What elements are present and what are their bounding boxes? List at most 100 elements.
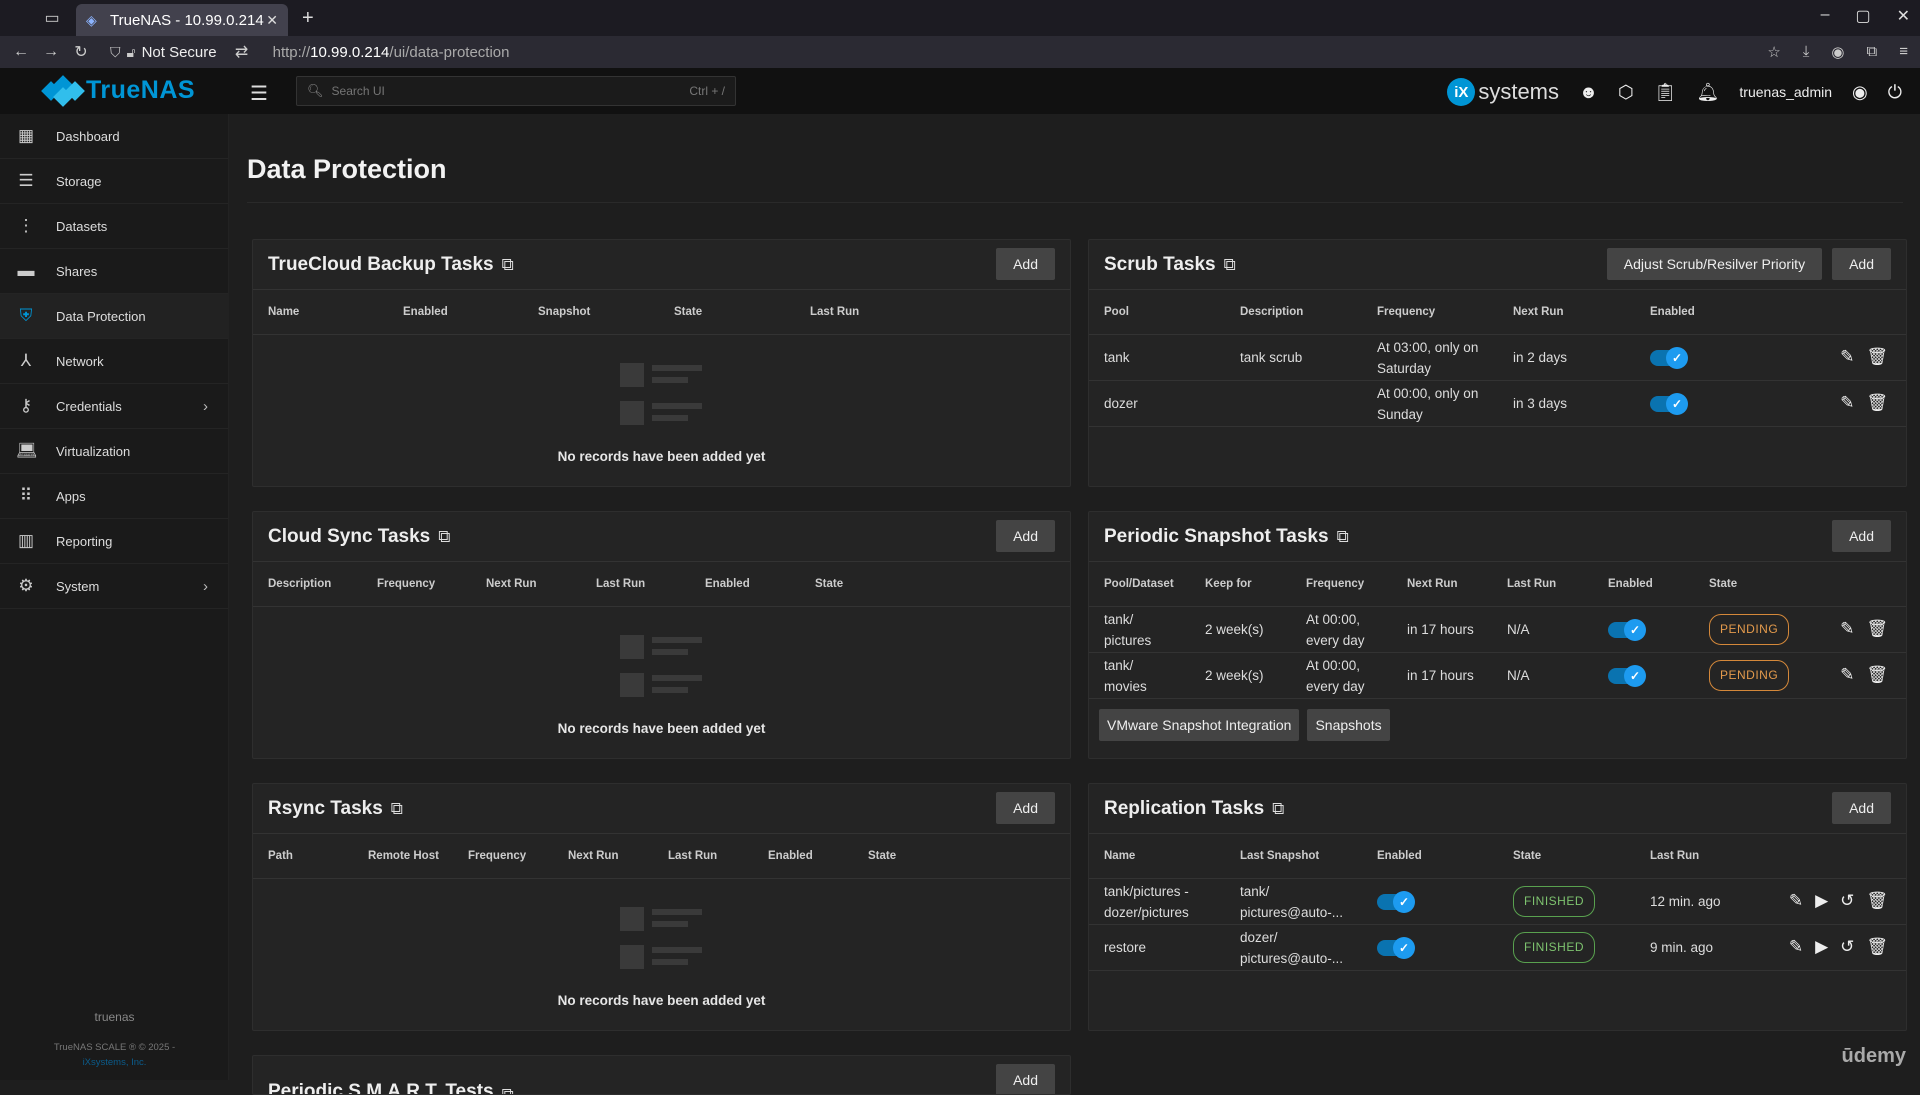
edit-pencil-icon[interactable]: ✎ [1840,665,1854,685]
truecommand-icon[interactable]: ⬡ [1618,82,1634,103]
delete-trash-icon[interactable]: 🗑︎ [1866,891,1888,911]
column-header[interactable]: Last Run [1507,578,1608,590]
permissions-icon[interactable]: ⇄ [229,42,255,62]
sidebar-item-storage[interactable]: ☰ Storage [0,159,228,204]
minimize-icon[interactable]: – [1821,6,1830,26]
column-header[interactable]: Last Snapshot [1240,850,1377,862]
feedback-icon[interactable]: ☻ [1579,82,1598,103]
column-header[interactable]: State [815,578,924,590]
delete-trash-icon[interactable]: 🗑︎ [1866,665,1888,685]
column-header[interactable]: Frequency [1306,578,1407,590]
sidebar-item-network[interactable]: ⅄ Network [0,339,228,384]
column-header[interactable]: Last Run [810,306,946,318]
enabled-toggle[interactable] [1608,664,1646,687]
add-button[interactable]: Add [996,792,1055,824]
state-badge[interactable]: PENDING [1709,660,1790,691]
notifications-bell-icon[interactable]: 🔔︎ [1697,82,1720,103]
column-header[interactable]: State [674,306,810,318]
new-tab-icon[interactable]: + [302,7,314,30]
column-header[interactable]: Frequency [468,850,568,862]
browser-tab[interactable]: ◈ TrueNAS - 10.99.0.214 ✕ [76,4,288,36]
power-icon[interactable]: ⏻ [1888,82,1902,103]
open-in-new-icon[interactable]: ⧉ [1337,527,1349,547]
back-icon[interactable]: ← [8,43,34,61]
adjust-priority-button[interactable]: Adjust Scrub/Resilver Priority [1606,248,1823,280]
account-icon[interactable]: ◉ [1831,43,1844,61]
state-badge[interactable]: FINISHED [1513,886,1596,917]
extensions-icon[interactable]: ⧉ [1867,43,1878,61]
menu-toggle-icon[interactable]: ☰ [250,81,268,106]
jobs-clipboard-icon[interactable]: 📋︎ [1654,82,1677,103]
enabled-toggle[interactable] [1377,936,1415,959]
column-header[interactable]: State [1709,578,1809,590]
column-header[interactable]: Last Run [596,578,705,590]
column-header[interactable]: Remote Host [368,850,468,862]
open-in-new-icon[interactable]: ⧉ [391,799,403,819]
sidebar-item-datasets[interactable]: ⋮ Datasets [0,204,228,249]
enabled-toggle[interactable] [1650,392,1688,415]
column-header[interactable]: Description [268,578,377,590]
column-header[interactable]: Name [1104,850,1240,862]
column-header[interactable]: Pool [1104,306,1240,318]
add-button[interactable]: Add [1832,248,1891,280]
column-header[interactable]: Enabled [1608,578,1709,590]
edit-pencil-icon[interactable]: ✎ [1789,937,1803,957]
sidebar-item-data-protection[interactable]: ⛨ Data Protection [0,294,228,339]
forward-icon[interactable]: → [38,43,64,61]
sidebar-item-apps[interactable]: ⠿ Apps [0,474,228,519]
edit-pencil-icon[interactable]: ✎ [1840,393,1854,413]
restore-history-icon[interactable]: ↺ [1840,937,1854,957]
open-in-new-icon[interactable]: ⧉ [1224,255,1236,275]
ixsystems-logo[interactable]: iX systems [1447,78,1559,106]
search-bar[interactable]: 🔍︎ Ctrl + / [296,76,736,106]
column-header[interactable]: Frequency [1377,306,1513,318]
edit-pencil-icon[interactable]: ✎ [1840,619,1854,639]
column-header[interactable]: Enabled [705,578,815,590]
close-window-icon[interactable]: ✕ [1897,6,1910,26]
reload-icon[interactable]: ↻ [68,42,94,62]
column-header[interactable]: Path [268,850,368,862]
sidebar-item-dashboard[interactable]: ▦ Dashboard [0,114,228,159]
open-in-new-icon[interactable]: ⧉ [502,255,514,275]
open-in-new-icon[interactable]: ⧉ [438,527,450,547]
column-header[interactable]: Frequency [377,578,486,590]
add-button[interactable]: Add [996,248,1055,280]
column-header[interactable]: Description [1240,306,1377,318]
truenas-logo[interactable]: TrueNAS [41,74,195,107]
maximize-icon[interactable]: ▢ [1855,6,1870,26]
column-header[interactable]: Next Run [1513,306,1650,318]
open-in-new-icon[interactable]: ⧉ [1272,799,1284,819]
column-header[interactable]: State [868,850,968,862]
column-header[interactable]: Enabled [1650,306,1786,318]
account-circle-icon[interactable]: ◉ [1852,82,1868,103]
close-tab-icon[interactable]: ✕ [266,12,278,29]
column-header[interactable]: Pool/Dataset [1104,578,1205,590]
delete-trash-icon[interactable]: 🗑︎ [1866,347,1888,367]
delete-trash-icon[interactable]: 🗑︎ [1866,619,1888,639]
sidebar-item-shares[interactable]: ▬ Shares [0,249,228,294]
run-now-play-icon[interactable]: ▶ [1815,937,1828,957]
sidebar-item-virtualization[interactable]: 💻︎ Virtualization [0,429,228,474]
column-header[interactable]: State [1513,850,1650,862]
state-badge[interactable]: FINISHED [1513,932,1596,963]
vmware-integration-button[interactable]: VMware Snapshot Integration [1099,709,1300,741]
search-input[interactable] [331,84,690,98]
column-header[interactable]: Next Run [486,578,596,590]
snapshots-button[interactable]: Snapshots [1307,709,1390,741]
url-field[interactable]: http://10.99.0.214/ui/data-protection [273,44,510,61]
column-header[interactable]: Last Run [668,850,768,862]
add-button[interactable]: Add [1832,520,1891,552]
run-now-play-icon[interactable]: ▶ [1815,891,1828,911]
enabled-toggle[interactable] [1650,346,1688,369]
state-badge[interactable]: PENDING [1709,614,1790,645]
sidebar-item-reporting[interactable]: ▥ Reporting [0,519,228,564]
edit-pencil-icon[interactable]: ✎ [1840,347,1854,367]
column-header[interactable]: Enabled [768,850,868,862]
bookmark-star-icon[interactable]: ☆ [1767,43,1780,61]
column-header[interactable]: Last Run [1650,850,1786,862]
sidebar-item-credentials[interactable]: ⚷ Credentials › [0,384,228,429]
column-header[interactable]: Snapshot [538,306,674,318]
edit-pencil-icon[interactable]: ✎ [1789,891,1803,911]
open-in-new-icon[interactable]: ⧉ [502,1085,514,1094]
column-header[interactable]: Next Run [568,850,668,862]
